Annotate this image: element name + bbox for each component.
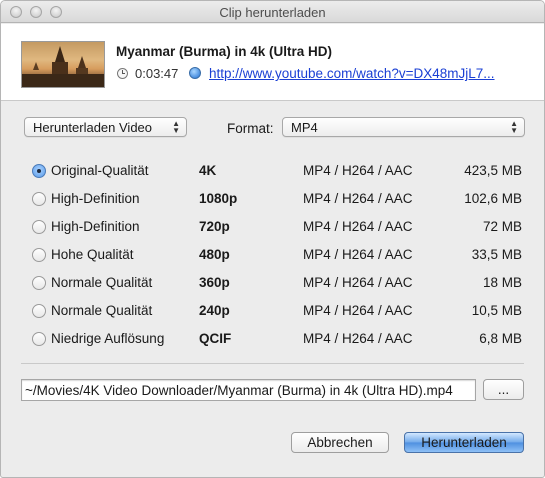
browse-button[interactable]: ...	[483, 379, 524, 400]
quality-label: Hohe Qualität	[51, 247, 134, 262]
quality-codec: MP4 / H264 / AAC	[303, 275, 413, 290]
quality-resolution: 480p	[199, 247, 230, 262]
quality-resolution: 720p	[199, 219, 230, 234]
download-dialog: Clip herunterladen Myanmar (Burma) in 4k…	[0, 0, 545, 478]
video-info-panel: Myanmar (Burma) in 4k (Ultra HD) 0:03:47…	[1, 24, 544, 101]
quality-resolution: QCIF	[199, 331, 232, 346]
globe-icon	[189, 67, 201, 79]
chevron-updown-icon: ▲ ▼	[510, 119, 518, 135]
quality-size: 102,6 MB	[464, 191, 522, 206]
quality-radio[interactable]	[32, 276, 46, 290]
quality-option-row[interactable]: Normale Qualität 240p MP4 / H264 / AAC 10,5…	[1, 298, 544, 326]
quality-size: 423,5 MB	[464, 163, 522, 178]
quality-label: Original-Qualität	[51, 163, 149, 178]
format-value: MP4	[291, 120, 318, 135]
quality-label: Normale Qualität	[51, 275, 153, 290]
quality-radio[interactable]	[32, 192, 46, 206]
quality-option-row[interactable]: Niedrige Auflösung QCIF MP4 / H264 / AAC 6,…	[1, 326, 544, 354]
quality-codec: MP4 / H264 / AAC	[303, 247, 413, 262]
quality-resolution: 240p	[199, 303, 230, 318]
quality-label: High-Definition	[51, 191, 140, 206]
video-title: Myanmar (Burma) in 4k (Ultra HD)	[116, 44, 333, 59]
video-thumbnail	[21, 41, 105, 88]
quality-size: 72 MB	[482, 219, 522, 234]
quality-radio[interactable]	[32, 248, 46, 262]
quality-radio[interactable]	[32, 332, 46, 346]
quality-codec: MP4 / H264 / AAC	[303, 191, 413, 206]
download-type-value: Herunterladen Video	[33, 120, 153, 135]
quality-radio[interactable]	[32, 164, 46, 178]
cancel-button[interactable]: Abbrechen	[291, 432, 389, 453]
video-duration: 0:03:47	[135, 66, 179, 81]
quality-option-row[interactable]: Normale Qualität 360p MP4 / H264 / AAC 18 M…	[1, 270, 544, 298]
video-url-link[interactable]: http://www.youtube.com/watch?v=DX48mJjL7…	[209, 66, 495, 81]
quality-codec: MP4 / H264 / AAC	[303, 331, 413, 346]
save-path-field[interactable]: ~/Movies/4K Video Downloader/Myanmar (Bu…	[21, 379, 476, 401]
quality-size: 33,5 MB	[471, 247, 522, 262]
quality-size: 18 MB	[482, 275, 522, 290]
quality-radio[interactable]	[32, 304, 46, 318]
quality-resolution: 360p	[199, 275, 230, 290]
quality-label: High-Definition	[51, 219, 140, 234]
quality-codec: MP4 / H264 / AAC	[303, 163, 413, 178]
quality-resolution: 4K	[199, 163, 217, 178]
quality-option-row[interactable]: High-Definition 1080p MP4 / H264 / AAC 102,…	[1, 186, 544, 214]
format-label: Format:	[227, 121, 274, 136]
quality-size: 6,8 MB	[479, 331, 522, 346]
quality-option-row[interactable]: Original-Qualität 4K MP4 / H264 / AAC 423,5…	[1, 158, 544, 186]
quality-codec: MP4 / H264 / AAC	[303, 219, 413, 234]
download-type-select[interactable]: Herunterladen Video ▲ ▼	[24, 117, 187, 137]
quality-codec: MP4 / H264 / AAC	[303, 303, 413, 318]
divider	[21, 363, 524, 364]
quality-radio[interactable]	[32, 220, 46, 234]
format-select[interactable]: MP4 ▲ ▼	[282, 117, 525, 137]
save-path-value: ~/Movies/4K Video Downloader/Myanmar (Bu…	[25, 383, 453, 398]
quality-label: Normale Qualität	[51, 303, 153, 318]
clock-icon	[117, 68, 128, 79]
quality-option-row[interactable]: High-Definition 720p MP4 / H264 / AAC 72 MB	[1, 214, 544, 242]
quality-label: Niedrige Auflösung	[51, 331, 165, 346]
quality-size: 10,5 MB	[471, 303, 522, 318]
quality-option-row[interactable]: Hohe Qualität 480p MP4 / H264 / AAC 33,5 MB	[1, 242, 544, 270]
quality-resolution: 1080p	[199, 191, 238, 206]
window-title: Clip herunterladen	[219, 5, 326, 20]
title-bar: Clip herunterladen	[1, 1, 544, 23]
pagoda-image	[22, 46, 104, 87]
chevron-updown-icon: ▲ ▼	[172, 119, 180, 135]
download-button[interactable]: Herunterladen	[404, 432, 524, 453]
